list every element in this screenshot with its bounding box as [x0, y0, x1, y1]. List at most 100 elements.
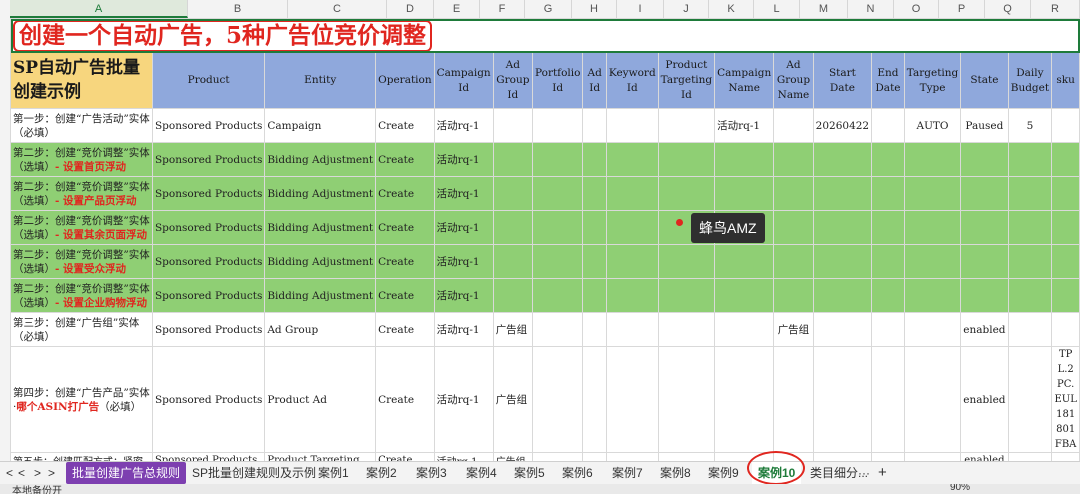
- cell-g[interactable]: [531, 312, 584, 347]
- cell-e[interactable]: 活动rq-1: [433, 108, 494, 143]
- cell-l[interactable]: [773, 244, 814, 279]
- header-a[interactable]: SP自动广告批量创建示例: [10, 52, 153, 109]
- cell-q[interactable]: [1007, 278, 1053, 313]
- zoom-level[interactable]: 90%: [950, 484, 970, 493]
- cell-d[interactable]: Create: [375, 278, 435, 313]
- header-d[interactable]: Operation: [375, 52, 435, 109]
- column-letter-i[interactable]: I: [617, 0, 664, 18]
- cell-d[interactable]: Create: [375, 312, 435, 347]
- cell-r[interactable]: [1051, 244, 1080, 279]
- cell-k[interactable]: [714, 278, 775, 313]
- header-f[interactable]: Ad Group Id: [492, 52, 533, 109]
- cell-p[interactable]: Paused: [960, 108, 1009, 143]
- cell-r[interactable]: [1051, 108, 1080, 143]
- cell-k[interactable]: [714, 244, 775, 279]
- cell-q[interactable]: [1007, 346, 1053, 453]
- cell-n[interactable]: [871, 312, 905, 347]
- title-cell[interactable]: 创建一个自动广告，5种广告位竞价调整: [10, 18, 1080, 53]
- cell-e[interactable]: 活动rq-1: [433, 452, 494, 461]
- cell-i[interactable]: [605, 312, 659, 347]
- cell-h[interactable]: [582, 312, 607, 347]
- column-letter-f[interactable]: F: [480, 0, 525, 18]
- cell-k[interactable]: 活动rq-1: [714, 108, 775, 143]
- cell-d[interactable]: Create: [375, 210, 435, 245]
- cell-n[interactable]: [871, 108, 905, 143]
- cell-q[interactable]: [1007, 312, 1053, 347]
- cell-l[interactable]: [773, 346, 814, 453]
- cell-l[interactable]: [773, 176, 814, 211]
- header-g[interactable]: Portfolio Id: [531, 52, 584, 109]
- nav-next-button[interactable]: >: [34, 462, 41, 484]
- sheet-tab-10[interactable]: 案例9: [702, 462, 745, 484]
- header-o[interactable]: Targeting Type: [903, 52, 962, 109]
- cell-r[interactable]: [1051, 176, 1080, 211]
- cell-h[interactable]: [582, 108, 607, 143]
- cell-n[interactable]: [871, 210, 905, 245]
- cell-i[interactable]: [605, 346, 659, 453]
- cell-p[interactable]: enabled: [960, 452, 1009, 461]
- cell-m[interactable]: [812, 244, 873, 279]
- cell-b[interactable]: Sponsored Products: [151, 244, 266, 279]
- cell-k[interactable]: [714, 346, 775, 453]
- step-cell[interactable]: 第二步：创建“竞价调整”实体（选填）- 设置企业购物浮动: [10, 278, 153, 313]
- column-letter-l[interactable]: L: [754, 0, 800, 18]
- cell-e[interactable]: 活动rq-1: [433, 244, 494, 279]
- cell-f[interactable]: [492, 108, 533, 143]
- cell-o[interactable]: [903, 278, 962, 313]
- cell-m[interactable]: [812, 278, 873, 313]
- cell-d[interactable]: Create: [375, 108, 435, 143]
- cell-j[interactable]: [657, 142, 716, 177]
- cell-g[interactable]: [531, 452, 584, 461]
- cell-g[interactable]: [531, 346, 584, 453]
- cell-j[interactable]: [657, 108, 716, 143]
- cell-b[interactable]: Sponsored Products: [151, 210, 266, 245]
- cell-h[interactable]: [582, 142, 607, 177]
- cell-e[interactable]: 活动rq-1: [433, 312, 494, 347]
- add-sheet-button[interactable]: +: [878, 462, 887, 484]
- cell-j[interactable]: [657, 312, 716, 347]
- header-r[interactable]: sku: [1051, 52, 1080, 109]
- cell-h[interactable]: [582, 176, 607, 211]
- cell-k[interactable]: [714, 312, 775, 347]
- cell-c[interactable]: Bidding Adjustment: [264, 210, 377, 245]
- cell-f[interactable]: [492, 278, 533, 313]
- cell-j[interactable]: [657, 244, 716, 279]
- cell-q[interactable]: 5: [1007, 108, 1053, 143]
- cell-g[interactable]: [531, 244, 584, 279]
- cell-o[interactable]: AUTO: [903, 108, 962, 143]
- cell-i[interactable]: [605, 278, 659, 313]
- column-letter-j[interactable]: J: [664, 0, 709, 18]
- cell-c[interactable]: Bidding Adjustment: [264, 142, 377, 177]
- header-c[interactable]: Entity: [264, 52, 377, 109]
- step-cell[interactable]: 第五步：创建匹配方式：紧密: [10, 452, 153, 461]
- cell-j[interactable]: [657, 452, 716, 461]
- cell-b[interactable]: Sponsored Products: [151, 452, 266, 461]
- step-cell[interactable]: 第二步：创建“竞价调整”实体（选填）- 设置受众浮动: [10, 244, 153, 279]
- cell-r[interactable]: [1051, 452, 1080, 461]
- column-letter-r[interactable]: R: [1031, 0, 1080, 18]
- cell-r[interactable]: [1051, 312, 1080, 347]
- cell-o[interactable]: [903, 210, 962, 245]
- sheet-tab-7[interactable]: 案例6: [556, 462, 599, 484]
- nav-last-button[interactable]: >: [48, 462, 55, 484]
- cell-c[interactable]: Product Ad: [264, 346, 377, 453]
- cell-p[interactable]: [960, 244, 1009, 279]
- cell-i[interactable]: [605, 452, 659, 461]
- column-letter-p[interactable]: P: [939, 0, 985, 18]
- step-cell[interactable]: 第二步：创建“竞价调整”实体（选填）- 设置其余页面浮动: [10, 210, 153, 245]
- cell-d[interactable]: Create: [375, 244, 435, 279]
- sheet-tab-4[interactable]: 案例3: [410, 462, 453, 484]
- cell-k[interactable]: [714, 142, 775, 177]
- cell-q[interactable]: [1007, 142, 1053, 177]
- sheet-tab-0[interactable]: 批量创建广告总规则: [66, 462, 187, 484]
- cell-i[interactable]: [605, 244, 659, 279]
- cell-d[interactable]: Create: [375, 346, 435, 453]
- cell-f[interactable]: 广告组: [492, 452, 533, 461]
- cell-q[interactable]: [1007, 176, 1053, 211]
- cell-f[interactable]: [492, 142, 533, 177]
- column-letter-e[interactable]: E: [434, 0, 480, 18]
- sheet-tab-5[interactable]: 案例4: [460, 462, 503, 484]
- header-i[interactable]: Keyword Id: [605, 52, 659, 109]
- cell-m[interactable]: [812, 346, 873, 453]
- cell-c[interactable]: Campaign: [264, 108, 377, 143]
